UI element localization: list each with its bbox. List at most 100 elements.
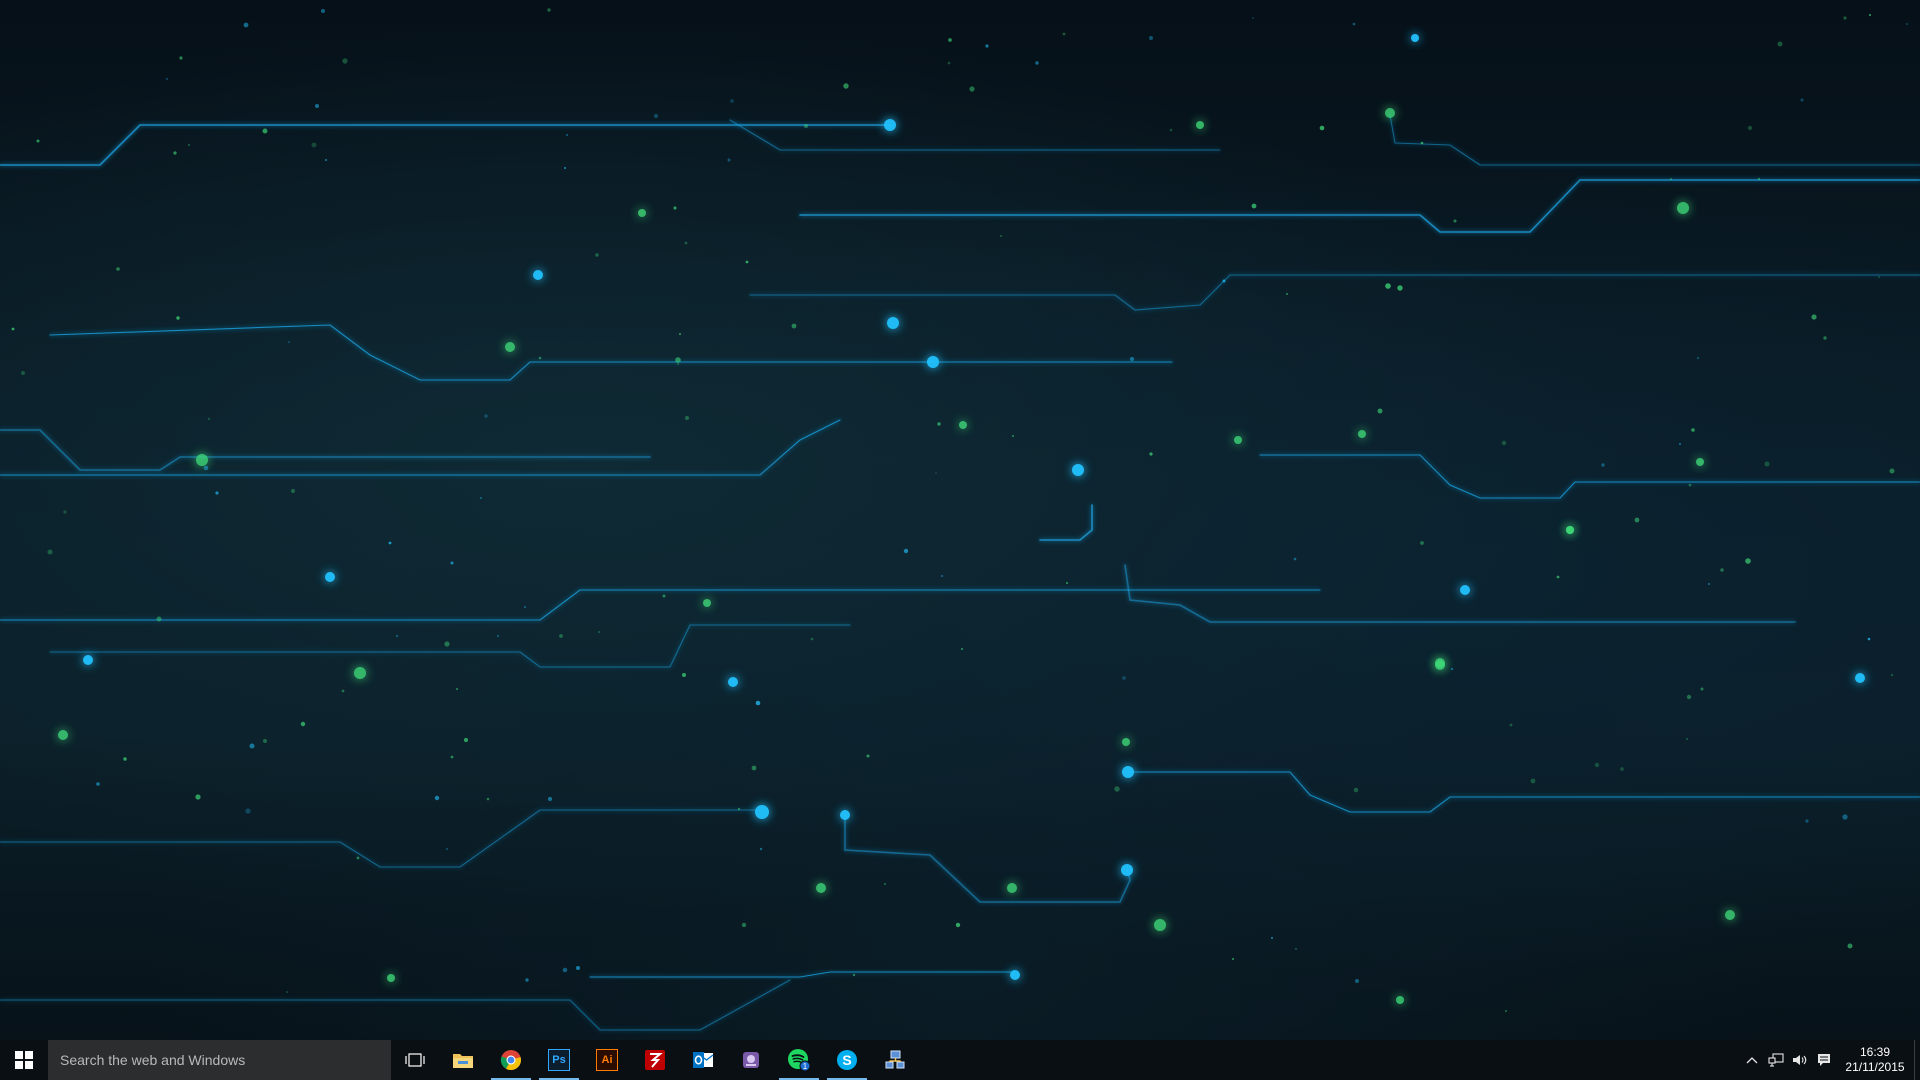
taskbar-app-network-tool[interactable] — [871, 1040, 919, 1080]
particle-dot — [955, 922, 961, 928]
glow-node — [1411, 34, 1419, 42]
particle-dot — [496, 634, 500, 638]
particle-dot — [791, 323, 797, 329]
action-center-icon — [1818, 1054, 1830, 1066]
glow-node — [1566, 526, 1574, 534]
particle-dot — [455, 687, 459, 691]
glow-node — [959, 421, 967, 429]
particle-dot — [286, 991, 288, 993]
particle-dot — [116, 267, 120, 271]
particle-dot — [1811, 314, 1817, 320]
circuit-trace — [1127, 771, 1920, 813]
particle-dot — [937, 422, 941, 426]
action-center-button[interactable] — [1812, 1040, 1836, 1080]
glow-node — [1725, 910, 1735, 920]
particle-dot — [673, 206, 677, 210]
taskbar-app-file-explorer[interactable] — [439, 1040, 487, 1080]
particle-dot — [1114, 786, 1120, 792]
particle-dot — [123, 757, 127, 761]
particle-dot — [1000, 235, 1002, 237]
particle-dot — [948, 38, 952, 42]
glow-node — [387, 974, 395, 982]
network-icon — [1768, 1053, 1784, 1067]
spotify-badge: 1 — [803, 1062, 808, 1071]
chrome-icon — [500, 1050, 521, 1071]
glow-node — [1122, 766, 1134, 778]
glow-node — [816, 883, 826, 893]
particle-dot — [1271, 937, 1273, 939]
clock[interactable]: 16:39 21/11/2015 — [1836, 1040, 1914, 1080]
particle-dot — [576, 966, 580, 970]
particle-dot — [262, 128, 268, 134]
particle-dot — [290, 488, 296, 494]
circuit-trace — [589, 971, 1016, 978]
particle-dot — [1355, 979, 1359, 983]
particle-dot — [1670, 178, 1672, 180]
taskbar-app-outlook[interactable] — [679, 1040, 727, 1080]
particle-dot — [215, 491, 219, 495]
task-view-button[interactable] — [391, 1040, 439, 1080]
particle-dot — [1251, 203, 1257, 209]
particle-dot — [684, 241, 688, 245]
particle-dot — [547, 796, 553, 802]
circuit-trace — [0, 809, 761, 868]
particle-dot — [96, 782, 100, 786]
taskbar-app-settings-shortcut[interactable] — [727, 1040, 775, 1080]
particle-dot — [1847, 943, 1853, 949]
particle-dot — [321, 9, 325, 13]
particle-dot — [562, 967, 568, 973]
show-desktop-button[interactable] — [1914, 1040, 1920, 1080]
particle-dot — [969, 86, 975, 92]
volume-icon — [1793, 1055, 1807, 1065]
search-input[interactable]: Search the web and Windows — [48, 1040, 391, 1080]
glow-node — [1677, 202, 1689, 214]
glow-node — [1855, 673, 1865, 683]
particle-dot — [1420, 541, 1424, 545]
particle-dot — [1556, 575, 1560, 579]
taskbar-app-photoshop[interactable]: Ps — [535, 1040, 583, 1080]
particle-dot — [1397, 285, 1403, 291]
circuit-trace — [0, 419, 841, 476]
taskbar-app-spotify[interactable]: 1 — [775, 1040, 823, 1080]
particle-dot — [1620, 767, 1624, 771]
app-icon — [743, 1052, 759, 1068]
circuit-trace — [0, 979, 791, 1031]
glow-node — [196, 454, 208, 466]
circuit-trace — [844, 811, 1131, 903]
volume-button[interactable] — [1788, 1040, 1812, 1080]
particle-dot — [1232, 958, 1234, 960]
particle-dot — [249, 743, 255, 749]
particle-dot — [1285, 292, 1289, 296]
taskbar-app-skype[interactable]: S — [823, 1040, 871, 1080]
network-status-button[interactable] — [1764, 1040, 1788, 1080]
glow-node — [83, 655, 93, 665]
glow-node — [1396, 996, 1404, 1004]
start-button[interactable] — [0, 1040, 48, 1080]
particle-dot — [1867, 637, 1871, 641]
particle-dot — [751, 765, 757, 771]
filezilla-icon — [645, 1050, 665, 1070]
particle-dot — [203, 465, 209, 471]
taskbar-app-chrome[interactable] — [487, 1040, 535, 1080]
glow-node — [638, 209, 646, 217]
outlook-icon — [693, 1052, 714, 1068]
particle-dot — [843, 83, 849, 89]
taskbar-app-illustrator[interactable]: Ai — [583, 1040, 631, 1080]
particle-dot — [480, 497, 482, 499]
particle-dot — [11, 327, 15, 331]
spotify-icon: 1 — [788, 1049, 811, 1072]
glow-node — [1007, 883, 1017, 893]
illustrator-icon: Ai — [596, 1049, 618, 1071]
particle-dot — [315, 104, 319, 108]
particle-dot — [1823, 336, 1827, 340]
particle-dot — [1842, 814, 1848, 820]
desktop-wallpaper — [0, 0, 1920, 1040]
circuit-trace — [1039, 504, 1093, 541]
show-hidden-icons-button[interactable] — [1740, 1040, 1764, 1080]
taskbar-app-filezilla[interactable] — [631, 1040, 679, 1080]
glow-node — [1435, 660, 1445, 670]
glow-node — [884, 119, 896, 131]
particle-dot — [566, 134, 568, 136]
glow-node — [58, 730, 68, 740]
particle-dot — [484, 414, 488, 418]
